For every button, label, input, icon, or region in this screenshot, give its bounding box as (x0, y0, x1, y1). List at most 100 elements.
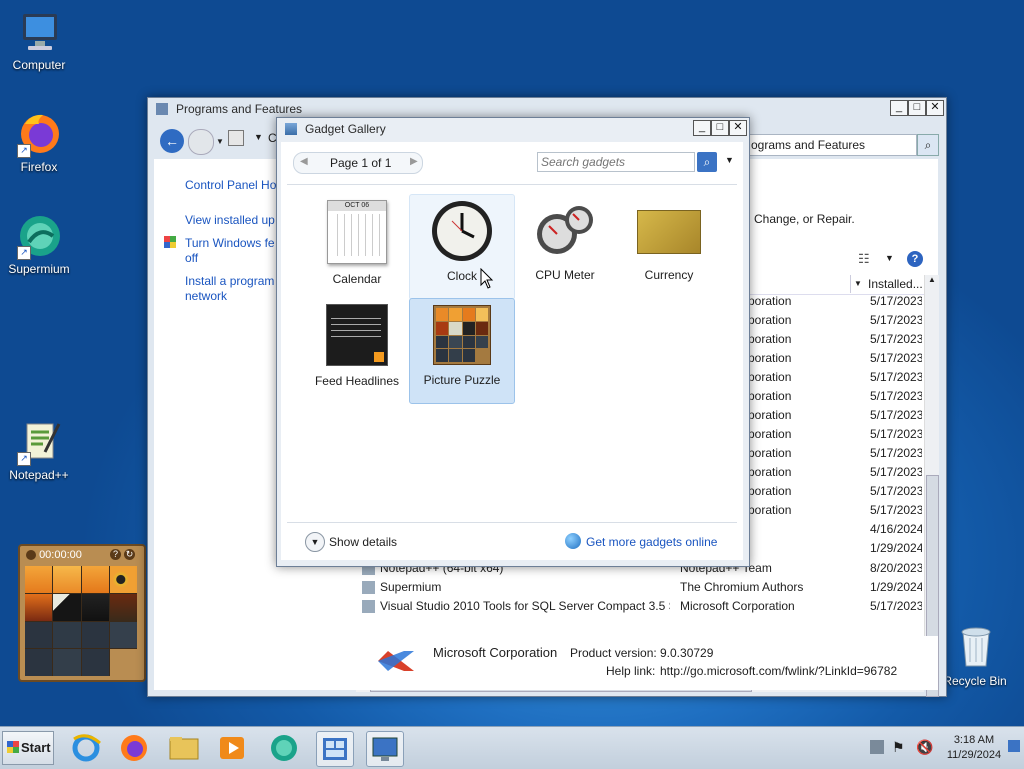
maximize-button[interactable]: □ (908, 100, 926, 116)
row-installed: 5/17/2023 (870, 484, 922, 498)
help-link-value[interactable]: http://go.microsoft.com/fwlink/?LinkId=9… (660, 664, 897, 678)
table-row[interactable]: Supermium The Chromium Authors 1/29/2024 (362, 578, 922, 597)
table-row[interactable]: rporation 5/17/2023 (744, 330, 922, 349)
gallery-maximize-button[interactable]: □ (711, 120, 729, 136)
row-name: Supermium (380, 580, 442, 594)
table-row[interactable]: rporation 5/17/2023 (744, 482, 922, 501)
row-installed: 4/16/2024 (870, 522, 922, 536)
table-row[interactable]: rporation 5/17/2023 (744, 368, 922, 387)
action-center-flag-icon[interactable]: ⚑ (892, 739, 905, 756)
network-icon[interactable] (870, 740, 884, 754)
supermium-taskbar-icon[interactable] (266, 731, 302, 765)
back-button[interactable]: ← (160, 129, 184, 153)
install-from-network-link-line2[interactable]: network (185, 289, 227, 303)
gadget-gallery-icon (285, 123, 297, 135)
table-row[interactable]: rporation 5/17/2023 (744, 387, 922, 406)
search-options-dropdown[interactable]: ▼ (725, 155, 734, 165)
close-button[interactable]: ✕ (926, 100, 944, 116)
gadget-cpu-meter[interactable]: CPU Meter (513, 194, 617, 298)
table-row[interactable]: rporation 5/17/2023 (744, 463, 922, 482)
volume-muted-icon[interactable]: 🔇 (916, 739, 933, 756)
show-details-button[interactable]: ▼ Show details (305, 532, 425, 554)
gallery-close-button[interactable]: ✕ (729, 120, 747, 136)
gadget-gallery-window[interactable]: Gadget Gallery _ □ ✕ ◀ Page 1 of 1 ▶ ⌕ ▼… (276, 117, 750, 567)
row-publisher: The Chromium Authors (680, 580, 804, 594)
address-chevron-icon[interactable]: ▼ (254, 132, 263, 142)
search-gadgets-input[interactable] (537, 152, 695, 172)
row-installed: 5/17/2023 (870, 389, 922, 403)
puzzle-grid[interactable] (25, 566, 137, 676)
install-from-network-link[interactable]: Install a program (185, 274, 274, 288)
search-icon[interactable]: ⌕ (917, 134, 939, 156)
gadget-label: Calendar (332, 272, 382, 286)
desktop-icon-computer[interactable]: Computer (1, 8, 77, 72)
gadget-label: Picture Puzzle (423, 373, 501, 387)
show-desktop-button[interactable] (1008, 740, 1020, 752)
expand-chevron-icon: ▼ (305, 532, 325, 552)
table-row[interactable]: 4/16/2024 (744, 520, 922, 539)
column-installed-header[interactable]: Installed... (868, 275, 923, 293)
gadget-currency[interactable]: Currency (617, 194, 721, 298)
control-panel-home-link[interactable]: Control Panel Ho (185, 178, 276, 192)
puzzle-help-button[interactable]: ? (110, 549, 121, 560)
forward-button[interactable] (188, 129, 214, 155)
clock-area[interactable]: 3:18 AM 11/29/2024 (942, 733, 1006, 763)
table-row[interactable]: rporation 5/17/2023 (744, 292, 922, 311)
table-row[interactable]: rporation 5/17/2023 (744, 349, 922, 368)
gadgets-taskbar-icon[interactable] (316, 731, 354, 767)
tray-time: 3:18 AM (953, 734, 995, 746)
previous-page-arrow[interactable]: ◀ (300, 156, 308, 167)
help-icon[interactable]: ? (907, 251, 923, 267)
minimize-button[interactable]: _ (890, 100, 908, 116)
table-row[interactable]: rporation 5/17/2023 (744, 425, 922, 444)
row-publisher: rporation (744, 313, 792, 327)
gadget-search-icon[interactable]: ⌕ (697, 152, 717, 172)
table-row[interactable]: 1/29/2024 (744, 539, 922, 558)
turn-windows-features-link[interactable]: Turn Windows fe (185, 236, 275, 250)
get-more-gadgets-link[interactable]: Get more gadgets online (586, 535, 717, 549)
scroll-up-arrow[interactable]: ▲ (925, 275, 939, 284)
gadget-gallery-titlebar[interactable]: Gadget Gallery _ □ ✕ (277, 118, 749, 140)
vertical-scrollbar[interactable]: ▲ (924, 275, 939, 697)
table-row[interactable]: rporation 5/17/2023 (744, 444, 922, 463)
gadget-picture-puzzle[interactable]: Picture Puzzle (409, 298, 515, 404)
gadget-clock[interactable]: Clock (409, 194, 515, 300)
column-filter-dropdown[interactable]: ▼ (850, 275, 865, 293)
internet-explorer-taskbar-icon[interactable] (68, 731, 104, 765)
firefox-taskbar-icon[interactable] (116, 731, 152, 765)
view-options-icon[interactable]: ☷ (858, 251, 870, 267)
desktop-icon-label: Recycle Bin (943, 674, 1007, 688)
currency-icon (637, 210, 701, 254)
row-publisher: rporation (744, 332, 792, 346)
view-dropdown-icon[interactable]: ▼ (885, 253, 894, 263)
row-publisher: rporation (744, 446, 792, 460)
row-publisher: rporation (744, 370, 792, 384)
picture-puzzle-gadget[interactable]: 00:00:00 ? ↻ (18, 544, 146, 682)
row-installed: 5/17/2023 (870, 427, 922, 441)
desktop-icon-recycle-bin[interactable]: Recycle Bin (937, 624, 1013, 688)
gadget-label: Feed Headlines (314, 374, 400, 388)
recent-pages-dropdown[interactable]: ▼ (216, 137, 224, 146)
table-row[interactable]: rporation 5/17/2023 (744, 406, 922, 425)
control-panel-taskbar-icon[interactable] (366, 731, 404, 767)
view-installed-updates-link[interactable]: View installed up (185, 213, 275, 227)
desktop-icon-supermium[interactable]: ↗ Supermium (1, 212, 77, 276)
table-row[interactable]: Visual Studio 2010 Tools for SQL Server … (362, 597, 922, 616)
puzzle-shuffle-icon[interactable]: ↻ (124, 549, 135, 560)
next-page-arrow[interactable]: ▶ (410, 156, 418, 167)
desktop-icon-firefox[interactable]: ↗ Firefox (1, 110, 77, 174)
media-player-taskbar-icon[interactable] (214, 731, 250, 765)
row-publisher: rporation (744, 351, 792, 365)
desktop-icon-notepadpp[interactable]: ↗ Notepad++ (1, 418, 77, 482)
gallery-minimize-button[interactable]: _ (693, 120, 711, 136)
table-row[interactable]: rporation 5/17/2023 (744, 311, 922, 330)
file-explorer-taskbar-icon[interactable] (166, 731, 202, 765)
start-button[interactable]: Start (2, 731, 54, 765)
gadget-calendar[interactable]: OCT 06 Calendar (305, 194, 409, 298)
turn-windows-features-link-line2[interactable]: off (185, 251, 198, 265)
row-installed: 5/17/2023 (870, 446, 922, 460)
gadget-feed-headlines[interactable]: Feed Headlines (305, 298, 409, 402)
table-row[interactable]: rporation 5/17/2023 (744, 501, 922, 520)
address-bar-right[interactable]: ograms and Features (748, 134, 917, 156)
details-publisher: Microsoft Corporation (433, 645, 558, 660)
